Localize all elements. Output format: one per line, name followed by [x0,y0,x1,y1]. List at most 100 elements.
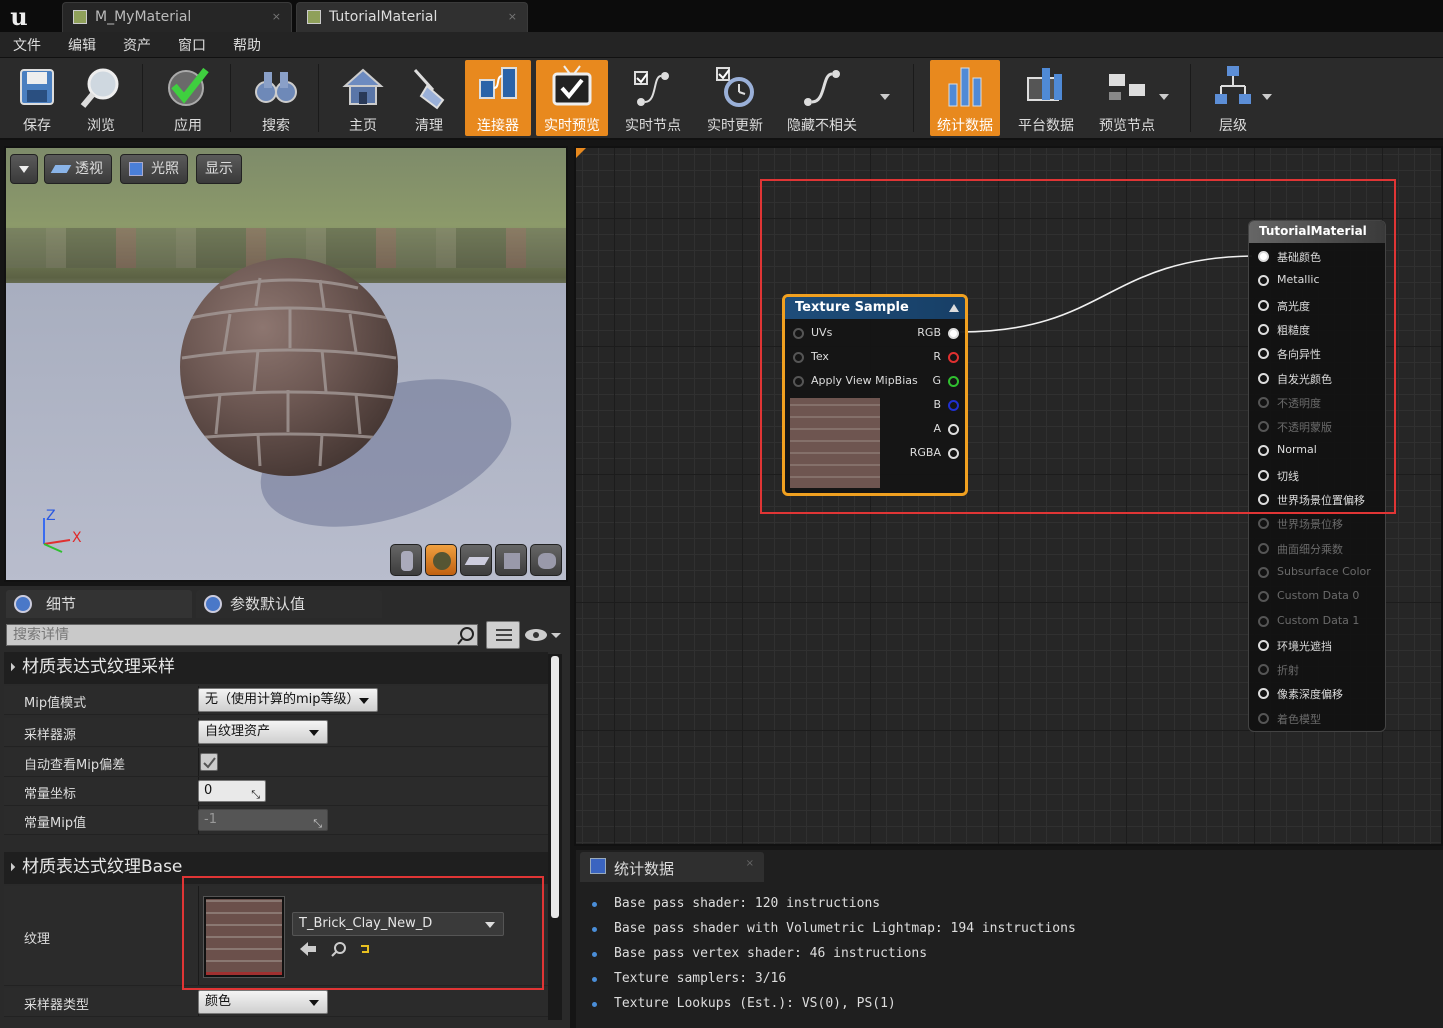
perspective-button[interactable]: 透视 [44,154,112,184]
menu-asset[interactable]: 资产 [123,35,151,55]
material-input-pin[interactable] [1258,542,1269,554]
title-bar: u M_MyMaterial × TutorialMaterial × [0,0,1443,32]
chevron-down-icon [19,166,29,173]
close-tab-icon[interactable]: × [746,858,754,869]
params-magnifier-icon [204,595,222,613]
sampler-source-dropdown[interactable]: 自纹理资产 [198,720,328,744]
collapse-arrow-icon [6,862,16,872]
const-mip-row: 常量Mip值 -1 ⤡ [4,806,548,835]
tab-parameter-defaults[interactable]: 参数默认值 [196,590,382,618]
details-panel: 细节 参数默认值 搜索详情 材质表达式纹理采样 Mip值模式 无（使用计算的mi… [0,586,570,1028]
search-icon [457,627,474,645]
close-tab-icon[interactable]: × [508,3,517,31]
save-button[interactable]: 保存 [4,60,70,136]
browse-button[interactable]: 浏览 [68,60,134,136]
toolbar-separator [913,64,914,132]
platform-stats-button[interactable]: 平台数据 [1012,60,1080,136]
details-scrollbar-track[interactable] [548,654,562,1020]
live-update-icon [716,67,754,107]
tab-stats[interactable]: 统计数据 × [580,852,764,882]
cylinder-icon [401,551,413,571]
preview-mesh-button[interactable] [530,544,562,576]
grid-list-icon [496,629,512,641]
live-nodes-button[interactable]: 实时节点 [618,60,688,136]
stat-bullet [592,1002,597,1007]
sampler-type-dropdown[interactable]: 颜色 [198,990,328,1014]
live-update-button[interactable]: 实时更新 [700,60,770,136]
preview-cube-button[interactable] [495,544,527,576]
unreal-logo-icon[interactable]: u [4,2,34,31]
material-input-pin[interactable] [1258,566,1269,578]
material-input-pin[interactable] [1258,639,1269,651]
show-button[interactable]: 显示 [196,154,242,184]
apply-label: 应用 [174,118,202,134]
tv-check-icon [552,65,592,106]
mip-mode-dropdown[interactable]: 无（使用计算的mip等级） [198,688,378,712]
hierarchy-chevron-down-icon[interactable] [1262,94,1272,100]
preview-viewport[interactable]: 透视 光照 显示 Z X [4,146,568,582]
hierarchy-label: 层级 [1219,118,1247,134]
platform-stats-icon [1027,68,1062,101]
brick-pattern [181,277,397,467]
menu-help[interactable]: 帮助 [233,35,261,55]
stats-button[interactable]: 统计数据 [930,60,1000,136]
menu-window[interactable]: 窗口 [178,35,206,55]
details-scrollbar-thumb[interactable] [551,656,559,918]
save-label: 保存 [23,118,51,134]
cube-icon [504,553,520,569]
home-label: 主页 [349,118,377,134]
material-input-pin[interactable] [1258,688,1269,700]
clean-button[interactable]: 清理 [396,60,462,136]
checkmark-icon [168,67,209,106]
platform-stats-label: 平台数据 [1018,118,1074,134]
column-divider [198,748,199,776]
const-coordinate-input[interactable]: 0 ⤡ [198,780,266,802]
search-label: 搜索 [262,118,290,134]
category-texture-sample[interactable]: 材质表达式纹理采样 [4,652,548,684]
close-tab-icon[interactable]: × [272,3,281,31]
preview-nodes-button[interactable]: 预览节点 [1094,60,1160,136]
preview-sphere-button[interactable] [425,544,457,576]
tab-m-mymaterial[interactable]: M_MyMaterial × [62,2,292,32]
preview-nodes-chevron-down-icon[interactable] [1159,94,1169,100]
auto-mip-checkbox[interactable] [200,753,218,771]
material-graph-canvas[interactable]: Texture Sample UVs Tex Apply View MipBia… [574,146,1443,846]
material-input-pin[interactable] [1258,591,1269,603]
more-options-chevron-down-icon[interactable] [880,94,890,100]
clean-label: 清理 [415,118,443,134]
connectors-button[interactable]: 连接器 [465,60,531,136]
search-button[interactable]: 搜索 [243,60,309,136]
tab-tutorialmaterial[interactable]: TutorialMaterial × [296,2,528,32]
material-input-pin[interactable] [1258,664,1269,676]
lit-button[interactable]: 光照 [120,154,188,184]
sampler-source-value: 自纹理资产 [205,724,271,739]
stat-line: Base pass shader with Volumetric Lightma… [614,921,1076,936]
viewport-options-button[interactable] [10,154,38,184]
stat-line: Base pass shader: 120 instructions [614,896,881,911]
category-label: 材质表达式纹理采样 [22,657,175,677]
hide-unrelated-button[interactable]: 隐藏不相关 [784,60,860,136]
search-details-input[interactable]: 搜索详情 [6,624,478,646]
live-preview-button[interactable]: 实时预览 [536,60,608,136]
material-input-pin[interactable] [1258,518,1269,530]
preview-cylinder-button[interactable] [390,544,422,576]
home-button[interactable]: 主页 [330,60,396,136]
sampler-source-label: 采样器源 [24,728,77,743]
chevron-down-icon [309,1000,319,1006]
stat-bullet [592,977,597,982]
view-options-button[interactable] [524,626,564,644]
live-nodes-icon [634,71,669,106]
menu-edit[interactable]: 编辑 [68,35,96,55]
apply-button[interactable]: 应用 [155,60,221,136]
plane-icon [464,557,490,565]
preview-plane-button[interactable] [460,544,492,576]
menu-bar: 文件 编辑 资产 窗口 帮助 [0,32,1443,58]
tab-details[interactable]: 细节 [6,590,192,618]
const-mip-value: -1 [204,812,217,827]
hierarchy-button[interactable]: 层级 [1200,60,1266,136]
property-matrix-button[interactable] [486,621,520,649]
material-input-pin[interactable] [1258,712,1269,724]
material-pin-label: Custom Data 0 [1277,589,1360,603]
material-input-pin[interactable] [1258,615,1269,627]
menu-file[interactable]: 文件 [13,35,41,55]
